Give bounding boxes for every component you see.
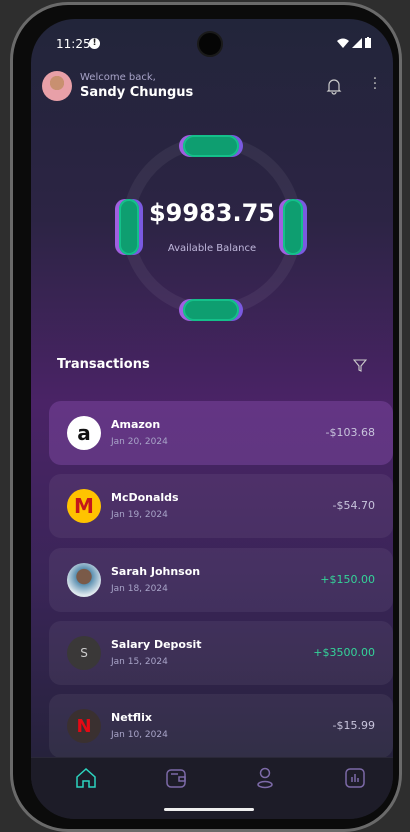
bell-icon[interactable]: [326, 77, 342, 95]
transaction-amount: -$54.70: [332, 499, 375, 512]
transaction-amount: -$103.68: [325, 426, 375, 439]
transaction-item[interactable]: a Amazon Jan 20, 2024 -$103.68: [49, 401, 393, 465]
camera-cutout: [197, 31, 223, 57]
battery-icon: [365, 37, 371, 48]
netflix-logo: N: [67, 709, 101, 743]
avatar[interactable]: [42, 71, 72, 101]
ring-segment-top: [183, 135, 239, 157]
mcdonalds-logo: M: [67, 489, 101, 523]
home-icon[interactable]: [74, 766, 98, 790]
more-options-icon[interactable]: · · ·: [372, 72, 378, 96]
filter-icon[interactable]: [353, 359, 367, 373]
stats-icon[interactable]: [343, 766, 367, 790]
transaction-date: Jan 19, 2024: [111, 510, 168, 520]
transaction-name: Netflix: [111, 711, 152, 724]
transaction-date: Jan 18, 2024: [111, 584, 168, 594]
ring-segment-bottom: [183, 299, 239, 321]
phone-frame: 11:25 ! Welcome back, Sandy Chungus · · · …: [10, 2, 402, 832]
transaction-name: Sarah Johnson: [111, 565, 201, 578]
screen: 11:25 ! Welcome back, Sandy Chungus · · · …: [31, 19, 393, 819]
transaction-item[interactable]: Sarah Johnson Jan 18, 2024 +$150.00: [49, 548, 393, 612]
bottom-nav: [31, 757, 393, 819]
amazon-logo: a: [67, 416, 101, 450]
transaction-date: Jan 10, 2024: [111, 730, 168, 740]
transaction-name: Salary Deposit: [111, 638, 202, 651]
status-time: 11:25: [56, 37, 91, 51]
transaction-amount: -$15.99: [332, 719, 375, 732]
header: Welcome back, Sandy Chungus · · ·: [42, 71, 382, 105]
contact-avatar: [67, 563, 101, 597]
balance-label: Available Balance: [167, 243, 257, 254]
system-icons: [337, 37, 371, 48]
transaction-date: Jan 15, 2024: [111, 657, 168, 667]
transaction-date: Jan 20, 2024: [111, 437, 168, 447]
user-name: Sandy Chungus: [80, 85, 194, 100]
transaction-amount: +$150.00: [320, 573, 375, 586]
wallet-icon[interactable]: [164, 766, 188, 790]
welcome-text: Welcome back,: [80, 72, 156, 83]
alert-icon: !: [89, 38, 100, 49]
transaction-item[interactable]: M McDonalds Jan 19, 2024 -$54.70: [49, 474, 393, 538]
profile-icon[interactable]: [253, 766, 277, 790]
home-indicator[interactable]: [164, 808, 254, 811]
transactions-title: Transactions: [57, 357, 150, 372]
initial-avatar: S: [67, 636, 101, 670]
wifi-icon: [337, 38, 349, 48]
transaction-amount: +$3500.00: [313, 646, 375, 659]
transaction-item[interactable]: S Salary Deposit Jan 15, 2024 +$3500.00: [49, 621, 393, 685]
transaction-name: McDonalds: [111, 491, 179, 504]
transaction-item[interactable]: N Netflix Jan 10, 2024 -$15.99: [49, 694, 393, 758]
signal-icon: [352, 37, 362, 48]
transaction-name: Amazon: [111, 418, 161, 431]
balance-amount: $9983.75: [148, 199, 275, 227]
